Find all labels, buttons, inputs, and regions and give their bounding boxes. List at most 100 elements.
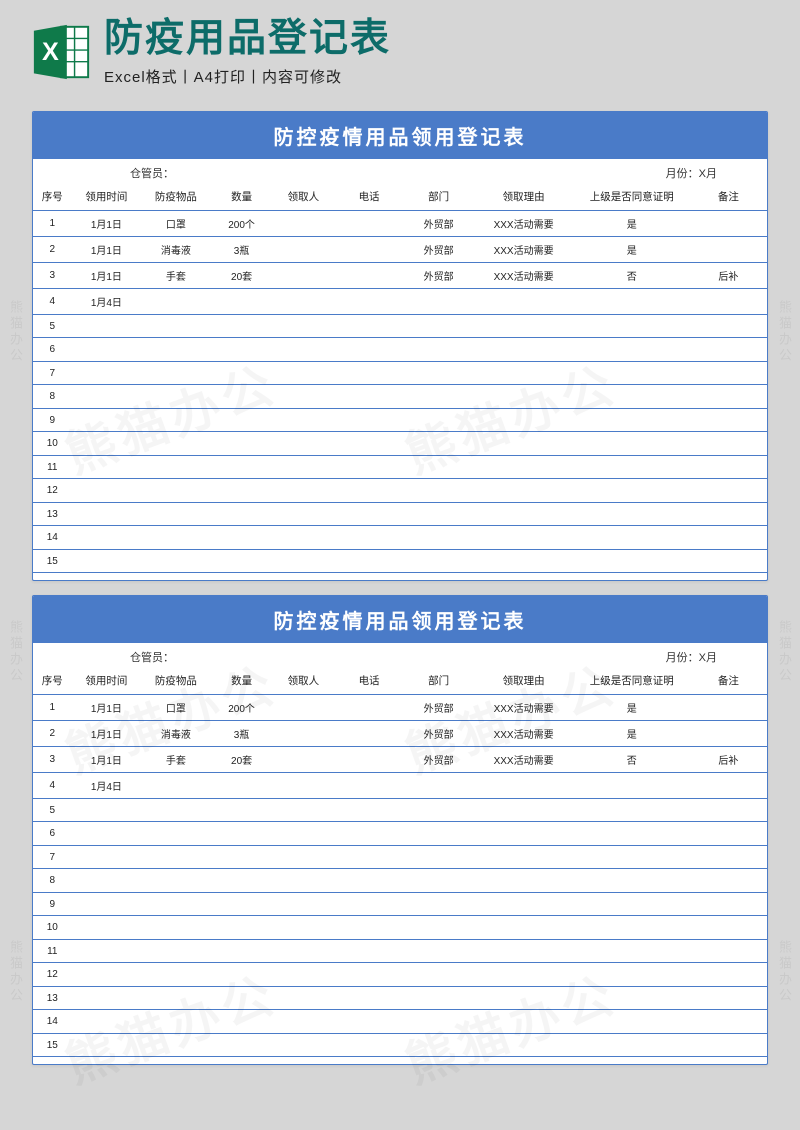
cell-dept bbox=[404, 479, 474, 503]
cell-note bbox=[690, 385, 767, 409]
cell-item: 消毒液 bbox=[141, 720, 211, 746]
cell-item bbox=[141, 916, 211, 940]
cell-seq: 1 bbox=[33, 694, 72, 720]
cell-dept: 外贸部 bbox=[404, 262, 474, 288]
cell-seq: 1 bbox=[33, 210, 72, 236]
side-watermark: 熊猫办公 bbox=[6, 620, 25, 684]
cell-seq: 2 bbox=[33, 720, 72, 746]
cell-seq: 4 bbox=[33, 288, 72, 314]
cell-person bbox=[272, 526, 334, 550]
cell-approved bbox=[574, 549, 690, 573]
cell-person bbox=[272, 479, 334, 503]
cell-dept: 外贸部 bbox=[404, 694, 474, 720]
cell-note bbox=[690, 772, 767, 798]
sheet-title: 防控疫情用品领用登记表 bbox=[33, 596, 767, 643]
cell-approved bbox=[574, 479, 690, 503]
cell-item: 消毒液 bbox=[141, 236, 211, 262]
cell-note bbox=[690, 845, 767, 869]
cell-phone bbox=[334, 549, 404, 573]
cell-person bbox=[272, 432, 334, 456]
cell-note bbox=[690, 408, 767, 432]
register-table-1: 序号领用时间防疫物品数量领取人电话部门领取理由上级是否同意证明备注 11月1日口… bbox=[33, 183, 767, 574]
cell-phone bbox=[334, 385, 404, 409]
col-header: 上级是否同意证明 bbox=[574, 183, 690, 211]
side-watermark: 熊猫办公 bbox=[6, 940, 25, 1004]
cell-note bbox=[690, 526, 767, 550]
cell-approved bbox=[574, 939, 690, 963]
cell-qty: 20套 bbox=[211, 746, 273, 772]
cell-phone bbox=[334, 746, 404, 772]
cell-item bbox=[141, 455, 211, 479]
cell-item bbox=[141, 361, 211, 385]
cell-approved bbox=[574, 1010, 690, 1034]
cell-seq: 15 bbox=[33, 549, 72, 573]
cell-qty bbox=[211, 479, 273, 503]
cell-person bbox=[272, 314, 334, 338]
cell-time bbox=[72, 986, 142, 1010]
cell-time: 1月1日 bbox=[72, 236, 142, 262]
cell-approved: 否 bbox=[574, 262, 690, 288]
table-row: 41月4日 bbox=[33, 288, 767, 314]
cell-item: 手套 bbox=[141, 262, 211, 288]
cell-item bbox=[141, 892, 211, 916]
cell-qty bbox=[211, 822, 273, 846]
side-watermark: 熊猫办公 bbox=[775, 620, 794, 684]
cell-approved bbox=[574, 408, 690, 432]
cell-time bbox=[72, 963, 142, 987]
cell-approved bbox=[574, 338, 690, 362]
cell-time bbox=[72, 892, 142, 916]
table-row: 13 bbox=[33, 986, 767, 1010]
cell-note bbox=[690, 986, 767, 1010]
cell-seq: 13 bbox=[33, 502, 72, 526]
cell-person bbox=[272, 869, 334, 893]
cell-time bbox=[72, 455, 142, 479]
cell-person bbox=[272, 845, 334, 869]
cell-seq: 3 bbox=[33, 262, 72, 288]
cell-seq: 10 bbox=[33, 916, 72, 940]
cell-seq: 2 bbox=[33, 236, 72, 262]
cell-seq: 9 bbox=[33, 892, 72, 916]
cell-phone bbox=[334, 432, 404, 456]
cell-person bbox=[272, 288, 334, 314]
cell-time bbox=[72, 939, 142, 963]
cell-item bbox=[141, 338, 211, 362]
table-header-row: 序号领用时间防疫物品数量领取人电话部门领取理由上级是否同意证明备注 bbox=[33, 183, 767, 211]
col-header: 领取理由 bbox=[473, 667, 573, 695]
cell-dept bbox=[404, 939, 474, 963]
main-title: 防疫用品登记表 bbox=[104, 18, 770, 61]
cell-phone bbox=[334, 479, 404, 503]
table-row: 5 bbox=[33, 798, 767, 822]
cell-time bbox=[72, 798, 142, 822]
cell-time bbox=[72, 432, 142, 456]
cell-seq: 14 bbox=[33, 1010, 72, 1034]
cell-note bbox=[690, 720, 767, 746]
cell-dept bbox=[404, 314, 474, 338]
cell-seq: 8 bbox=[33, 869, 72, 893]
cell-approved bbox=[574, 772, 690, 798]
cell-reason bbox=[473, 361, 573, 385]
cell-note bbox=[690, 236, 767, 262]
cell-time bbox=[72, 1010, 142, 1034]
cell-phone bbox=[334, 939, 404, 963]
cell-qty bbox=[211, 361, 273, 385]
cell-item bbox=[141, 869, 211, 893]
cell-person bbox=[272, 502, 334, 526]
cell-phone bbox=[334, 963, 404, 987]
cell-approved bbox=[574, 798, 690, 822]
side-watermark: 熊猫办公 bbox=[775, 300, 794, 364]
cell-dept bbox=[404, 772, 474, 798]
cell-approved: 是 bbox=[574, 720, 690, 746]
cell-reason bbox=[473, 822, 573, 846]
table-row: 21月1日消毒液3瓶外贸部XXX活动需要是 bbox=[33, 236, 767, 262]
sheet-preview-1: 防控疫情用品领用登记表 仓管员： 月份：X月 序号领用时间防疫物品数量领取人电话… bbox=[32, 111, 768, 581]
table-row: 41月4日 bbox=[33, 772, 767, 798]
meta-clerk: 仓管员： bbox=[45, 165, 174, 181]
cell-reason: XXX活动需要 bbox=[473, 694, 573, 720]
register-table-2: 序号领用时间防疫物品数量领取人电话部门领取理由上级是否同意证明备注 11月1日口… bbox=[33, 667, 767, 1058]
cell-seq: 5 bbox=[33, 314, 72, 338]
cell-qty bbox=[211, 338, 273, 362]
cell-qty bbox=[211, 963, 273, 987]
table-row: 31月1日手套20套外贸部XXX活动需要否后补 bbox=[33, 262, 767, 288]
cell-note bbox=[690, 549, 767, 573]
cell-note: 后补 bbox=[690, 746, 767, 772]
